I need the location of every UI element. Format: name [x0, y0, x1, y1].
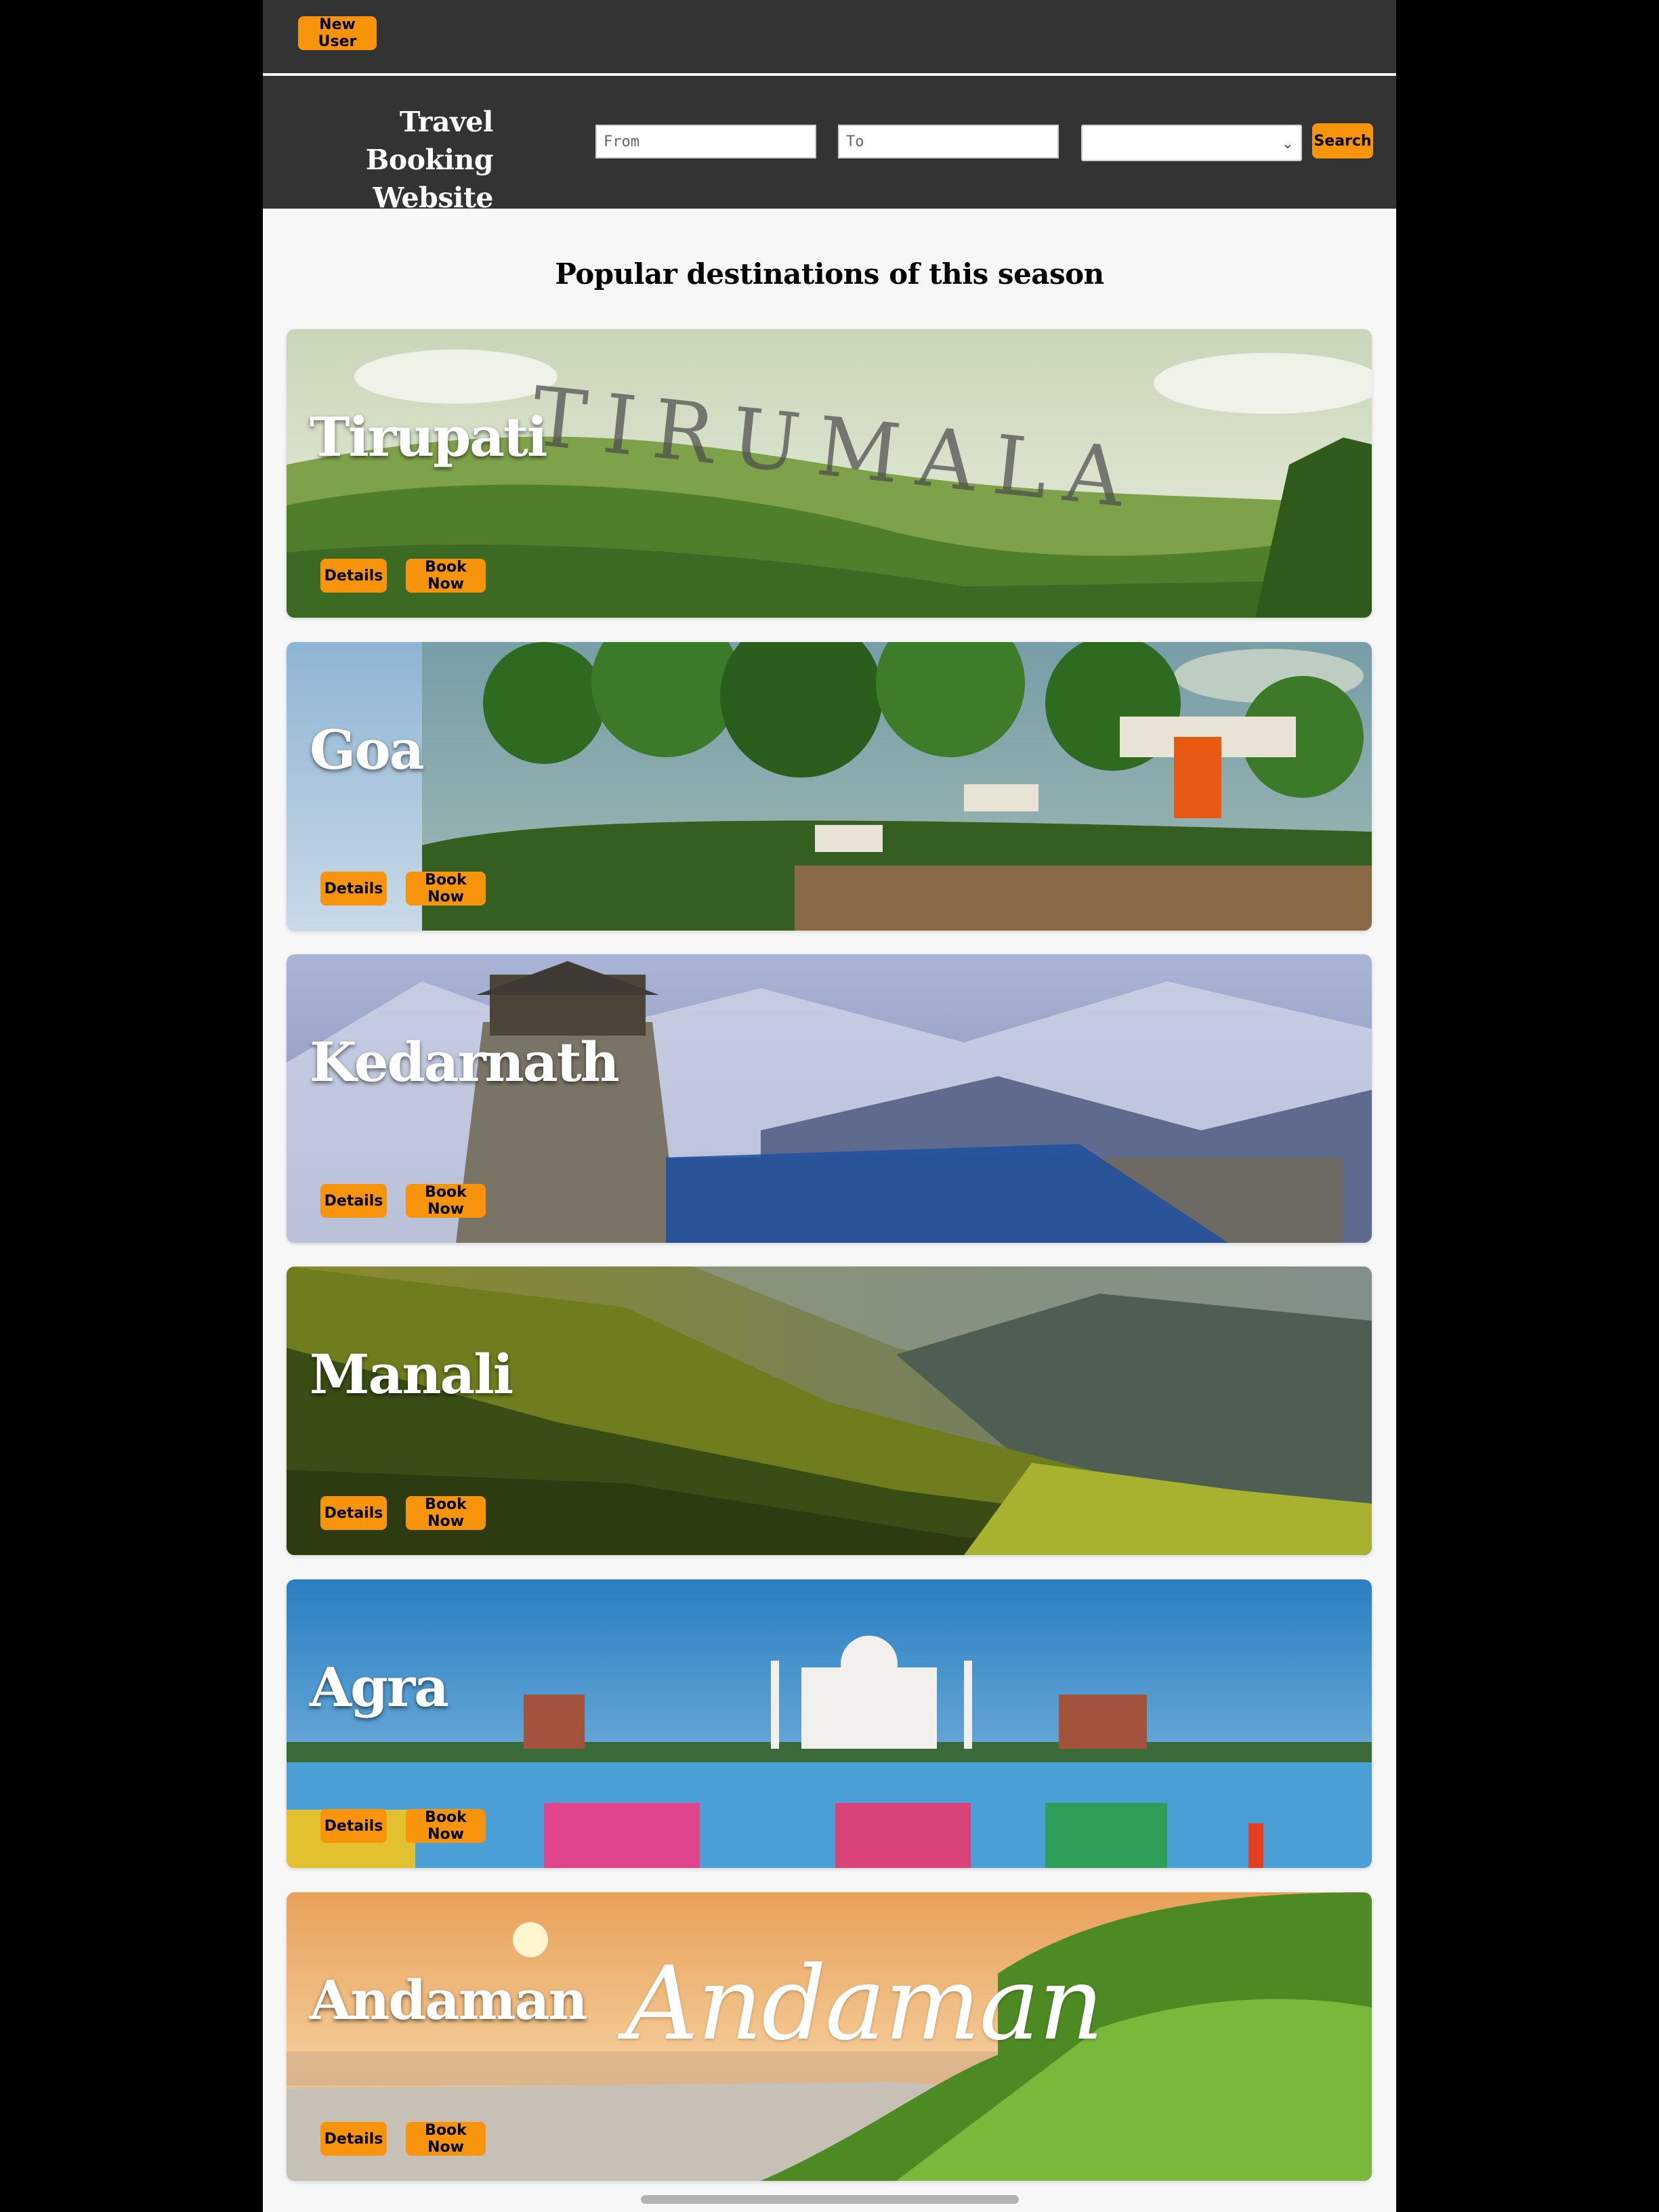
details-button[interactable]: Details: [320, 1184, 387, 1218]
destination-card-tirupati: TIRUMALA Tirupati Details Book Now: [287, 329, 1372, 618]
destination-name: Manali: [310, 1342, 513, 1406]
book-now-button[interactable]: Book Now: [406, 1809, 486, 1843]
site-title: Travel Booking Website: [283, 103, 494, 217]
destination-name: Agra: [310, 1655, 449, 1719]
new-user-button[interactable]: New User: [298, 16, 377, 50]
destination-card-agra: Agra Details Book Now: [287, 1579, 1372, 1868]
from-input[interactable]: [595, 125, 816, 158]
book-now-button[interactable]: Book Now: [406, 1496, 486, 1530]
details-button[interactable]: Details: [320, 2122, 387, 2156]
site-title-line2: Website: [373, 182, 493, 214]
destination-card-andaman: Andaman Andaman Details Book Now: [287, 1892, 1372, 2181]
book-now-button[interactable]: Book Now: [406, 1184, 486, 1218]
destination-name: Kedarnath: [310, 1030, 620, 1094]
site-title-line1: Travel Booking: [365, 106, 494, 176]
details-button[interactable]: Details: [320, 1496, 387, 1530]
book-now-button[interactable]: Book Now: [406, 872, 486, 906]
chevron-down-icon: ⌄: [1281, 135, 1294, 152]
search-button[interactable]: Search: [1312, 123, 1373, 158]
details-button[interactable]: Details: [320, 872, 387, 906]
andaman-overlay-text: Andaman: [625, 1945, 1104, 2063]
section-title: Popular destinations of this season: [555, 257, 1104, 291]
details-button[interactable]: Details: [320, 1809, 387, 1843]
destination-name: Andaman: [310, 1968, 588, 2032]
book-now-button[interactable]: Book Now: [406, 559, 486, 593]
book-now-button[interactable]: Book Now: [406, 2122, 486, 2156]
destination-name: Goa: [310, 718, 425, 782]
to-input[interactable]: [838, 125, 1059, 158]
header: Travel Booking Website ⌄ Search: [263, 76, 1396, 214]
details-button[interactable]: Details: [320, 559, 387, 593]
travel-class-select[interactable]: ⌄: [1081, 125, 1302, 161]
destination-card-kedarnath: Kedarnath Details Book Now: [287, 954, 1372, 1243]
top-bar: New User: [263, 0, 1396, 73]
destination-card-goa: Goa Details Book Now: [287, 642, 1372, 931]
destination-card-manali: Manali Details Book Now: [287, 1267, 1372, 1555]
destination-name: Tirupati: [310, 405, 547, 469]
home-indicator: [641, 2195, 1019, 2204]
page: New User Travel Booking Website ⌄ Search…: [263, 0, 1396, 2212]
